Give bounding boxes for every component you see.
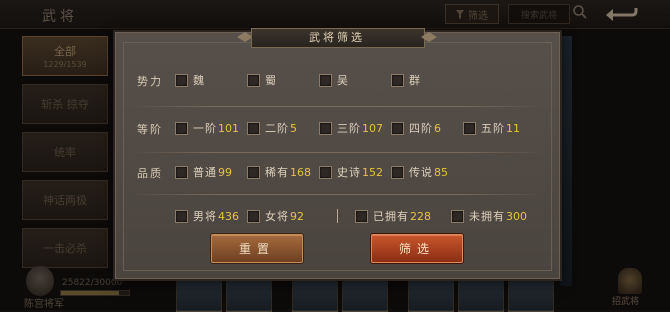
option-label: 一阶 bbox=[193, 122, 217, 135]
option-label: 已拥有 bbox=[373, 210, 409, 223]
quality-option-epic[interactable]: 史诗 152 bbox=[319, 164, 383, 180]
reset-button[interactable]: 重置 bbox=[211, 234, 303, 263]
checkbox[interactable] bbox=[175, 73, 188, 87]
gender-ownership-row: 男将 436 女将 92 已拥有 228 未拥有 300 bbox=[131, 198, 544, 236]
ownership-option-not-owned[interactable]: 未拥有 300 bbox=[451, 208, 527, 224]
quality-option-common[interactable]: 普通 99 bbox=[175, 164, 232, 180]
option-label: 普通 bbox=[193, 166, 217, 179]
rank-option-3[interactable]: 三阶 107 bbox=[319, 120, 383, 136]
option-count: 152 bbox=[362, 165, 383, 179]
option-label: 传说 bbox=[409, 166, 433, 179]
quality-option-legend[interactable]: 传说 85 bbox=[391, 164, 448, 180]
option-label: 魏 bbox=[193, 74, 205, 87]
rank-label: 等阶 bbox=[137, 123, 163, 136]
divider bbox=[131, 194, 544, 195]
option-count: 228 bbox=[410, 209, 431, 223]
checkbox[interactable] bbox=[391, 165, 404, 179]
faction-option-wei[interactable]: 魏 bbox=[175, 72, 205, 88]
dialog-title-bar: 武将筛选 bbox=[237, 28, 437, 48]
faction-option-qun[interactable]: 群 bbox=[391, 72, 421, 88]
gender-option-male[interactable]: 男将 436 bbox=[175, 208, 239, 224]
option-count: 168 bbox=[290, 165, 311, 179]
option-count: 101 bbox=[218, 121, 239, 135]
divider bbox=[131, 152, 544, 153]
faction-label: 势力 bbox=[137, 75, 163, 88]
checkbox[interactable] bbox=[175, 165, 188, 179]
checkbox[interactable] bbox=[175, 209, 188, 223]
quality-option-rare[interactable]: 稀有 168 bbox=[247, 164, 311, 180]
checkbox[interactable] bbox=[247, 209, 260, 223]
rank-option-2[interactable]: 二阶 5 bbox=[247, 120, 297, 136]
filter-dialog: 武将筛选 势力 魏 蜀 吴 群 等阶 一阶 101 二阶 5 三阶 107 四阶… bbox=[113, 28, 562, 281]
option-label: 男将 bbox=[193, 210, 217, 223]
quality-row: 品质 普通 99 稀有 168 史诗 152 传说 85 bbox=[131, 154, 544, 192]
faction-option-shu[interactable]: 蜀 bbox=[247, 72, 277, 88]
option-count: 11 bbox=[506, 121, 520, 135]
option-count: 436 bbox=[218, 209, 239, 223]
option-count: 300 bbox=[506, 209, 527, 223]
faction-option-wu[interactable]: 吴 bbox=[319, 72, 349, 88]
option-label: 二阶 bbox=[265, 122, 289, 135]
option-count: 85 bbox=[434, 165, 448, 179]
option-label: 吴 bbox=[337, 74, 349, 87]
checkbox[interactable] bbox=[319, 121, 332, 135]
option-count: 107 bbox=[362, 121, 383, 135]
ownership-option-owned[interactable]: 已拥有 228 bbox=[355, 208, 431, 224]
option-label: 四阶 bbox=[409, 122, 433, 135]
checkbox[interactable] bbox=[451, 209, 464, 223]
checkbox[interactable] bbox=[463, 121, 476, 135]
rank-option-5[interactable]: 五阶 11 bbox=[463, 120, 520, 136]
checkbox[interactable] bbox=[391, 73, 404, 87]
rank-option-4[interactable]: 四阶 6 bbox=[391, 120, 441, 136]
option-count: 5 bbox=[290, 121, 297, 135]
checkbox[interactable] bbox=[319, 73, 332, 87]
confirm-filter-button[interactable]: 筛选 bbox=[371, 234, 463, 263]
faction-row: 势力 魏 蜀 吴 群 bbox=[131, 62, 544, 100]
checkbox[interactable] bbox=[175, 121, 188, 135]
option-label: 五阶 bbox=[481, 122, 505, 135]
title-ornament-icon bbox=[421, 32, 437, 42]
option-label: 史诗 bbox=[337, 166, 361, 179]
option-count: 6 bbox=[434, 121, 441, 135]
checkbox[interactable] bbox=[247, 73, 260, 87]
checkbox[interactable] bbox=[391, 121, 404, 135]
option-label: 群 bbox=[409, 74, 421, 87]
rank-option-1[interactable]: 一阶 101 bbox=[175, 120, 239, 136]
option-label: 女将 bbox=[265, 210, 289, 223]
checkbox[interactable] bbox=[247, 121, 260, 135]
divider bbox=[337, 209, 338, 223]
divider bbox=[131, 106, 544, 107]
dialog-title: 武将筛选 bbox=[309, 31, 365, 44]
rank-row: 等阶 一阶 101 二阶 5 三阶 107 四阶 6 五阶 11 bbox=[131, 110, 544, 148]
checkbox[interactable] bbox=[355, 209, 368, 223]
checkbox[interactable] bbox=[247, 165, 260, 179]
option-label: 三阶 bbox=[337, 122, 361, 135]
gender-option-female[interactable]: 女将 92 bbox=[247, 208, 304, 224]
quality-label: 品质 bbox=[137, 167, 163, 180]
option-count: 92 bbox=[290, 209, 304, 223]
option-count: 99 bbox=[218, 165, 232, 179]
option-label: 蜀 bbox=[265, 74, 277, 87]
option-label: 稀有 bbox=[265, 166, 289, 179]
checkbox[interactable] bbox=[319, 165, 332, 179]
option-label: 未拥有 bbox=[469, 210, 505, 223]
